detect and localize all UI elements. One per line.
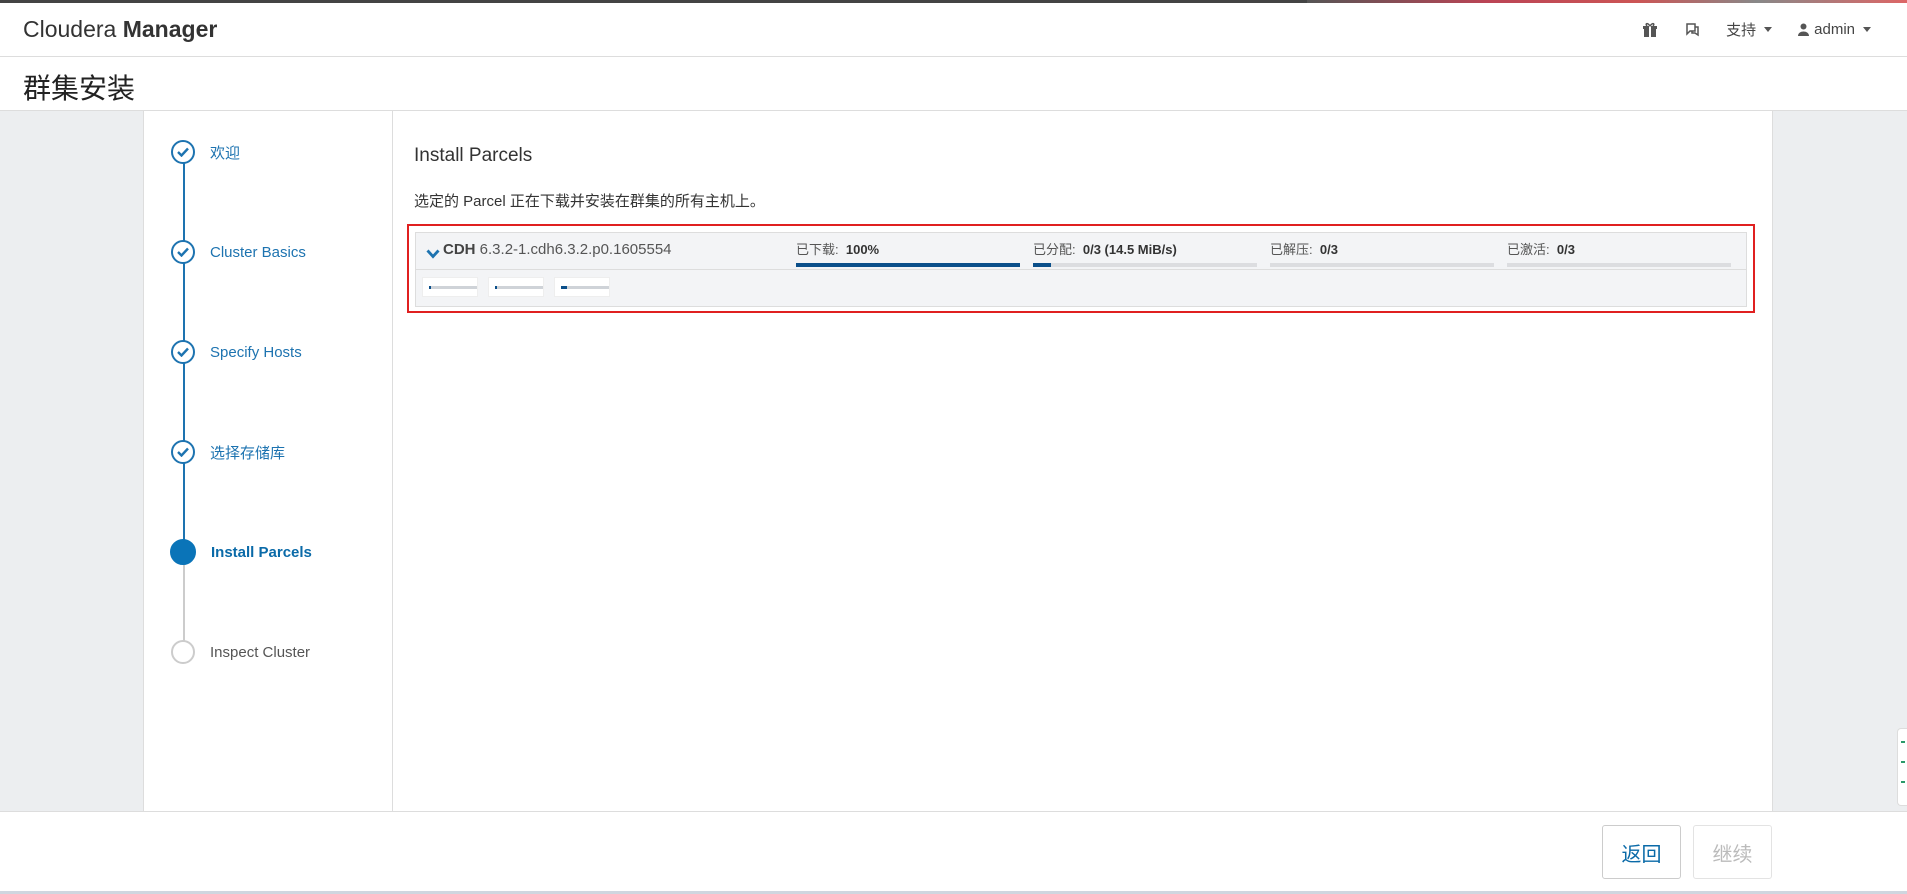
stat-label: 已激活: xyxy=(1507,242,1550,257)
section-title: Install Parcels xyxy=(414,145,533,166)
stat-unpacked: 已解压: 0/3 xyxy=(1270,239,1494,267)
parcel-version: 6.3.2-1.cdh6.3.2.p0.1605554 xyxy=(479,241,672,258)
step-label: Install Parcels xyxy=(211,543,312,561)
brand-bold: Manager xyxy=(122,16,218,42)
step-label: 欢迎 xyxy=(210,144,241,162)
progress-bar xyxy=(1507,263,1731,267)
stat-label: 已解压: xyxy=(1270,242,1313,257)
stat-value: 0/3 xyxy=(1319,242,1338,257)
notification-icon[interactable] xyxy=(1684,22,1700,38)
stat-activated: 已激活: 0/3 xyxy=(1507,239,1731,267)
step-cluster-basics[interactable]: Cluster Basics xyxy=(171,238,306,266)
chevron-down-icon[interactable] xyxy=(426,246,440,264)
user-icon xyxy=(1798,23,1810,36)
step-label: Specify Hosts xyxy=(210,343,302,361)
step-select-repository[interactable]: 选择存储库 xyxy=(171,438,285,466)
wizard-footer: 返回 继续 xyxy=(0,811,1907,892)
parcel-row: CDH 6.3.2-1.cdh6.3.2.p0.1605554 已下载: 100… xyxy=(416,233,1746,270)
back-button[interactable]: 返回 xyxy=(1602,825,1681,879)
progress-bar xyxy=(796,263,1020,267)
active-step-icon xyxy=(170,539,196,565)
host-progress-item[interactable] xyxy=(554,277,610,297)
parcel-name[interactable]: CDH 6.3.2-1.cdh6.3.2.p0.1605554 xyxy=(443,241,672,258)
stat-value: 100% xyxy=(845,242,880,257)
support-label: 支持 xyxy=(1726,22,1757,39)
step-welcome[interactable]: 欢迎 xyxy=(171,138,240,166)
chevron-down-icon xyxy=(1764,27,1773,32)
check-icon xyxy=(171,140,195,164)
progress-bar xyxy=(1033,263,1257,267)
step-inspect-cluster: Inspect Cluster xyxy=(171,638,310,666)
step-install-parcels: Install Parcels xyxy=(170,538,312,566)
brand-logo[interactable]: Cloudera Manager xyxy=(23,16,217,43)
check-icon xyxy=(171,340,195,364)
wizard-content: Install Parcels 选定的 Parcel 正在下载并安装在群集的所有… xyxy=(407,111,1772,811)
step-label: 选择存储库 xyxy=(210,444,286,462)
progress-bar xyxy=(1270,263,1494,267)
gift-icon[interactable] xyxy=(1642,22,1658,38)
highlight-box: CDH 6.3.2-1.cdh6.3.2.p0.1605554 已下载: 100… xyxy=(407,224,1755,313)
stat-distributed: 已分配: 0/3 (14.5 MiB/s) xyxy=(1033,239,1257,267)
wizard-panel: 欢迎 Cluster Basics Specify Hosts 选择存储库 In… xyxy=(143,111,1773,811)
page-title: 群集安装 xyxy=(23,73,136,104)
step-specify-hosts[interactable]: Specify Hosts xyxy=(171,338,302,366)
support-menu[interactable]: 支持 xyxy=(1726,19,1773,40)
stat-downloaded: 已下载: 100% xyxy=(796,239,1020,267)
app-header: Cloudera Manager 支持 admin xyxy=(0,3,1907,57)
continue-button[interactable]: 继续 xyxy=(1693,825,1772,879)
step-label: Cluster Basics xyxy=(210,243,306,261)
host-progress-item[interactable] xyxy=(422,277,478,297)
stat-value: 0/3 (14.5 MiB/s) xyxy=(1082,242,1177,257)
side-feedback-widget[interactable] xyxy=(1897,728,1907,806)
section-description: 选定的 Parcel 正在下载并安装在群集的所有主机上。 xyxy=(414,193,765,210)
brand-light: Cloudera xyxy=(23,16,117,42)
header-right-menu: 支持 admin xyxy=(1642,3,1871,56)
stat-label: 已下载: xyxy=(796,242,839,257)
parcel-card: CDH 6.3.2-1.cdh6.3.2.p0.1605554 已下载: 100… xyxy=(415,232,1747,307)
check-icon xyxy=(171,240,195,264)
user-label: admin xyxy=(1814,21,1855,38)
user-menu[interactable]: admin xyxy=(1798,21,1871,38)
chevron-down-icon xyxy=(1863,27,1871,32)
host-progress-list xyxy=(422,277,610,297)
check-icon xyxy=(171,440,195,464)
stat-label: 已分配: xyxy=(1033,242,1076,257)
page-title-bar: 群集安装 xyxy=(0,57,1907,111)
host-progress-item[interactable] xyxy=(488,277,544,297)
step-label: Inspect Cluster xyxy=(210,643,311,661)
wizard-steps: 欢迎 Cluster Basics Specify Hosts 选择存储库 In… xyxy=(144,111,393,811)
parcel-product: CDH xyxy=(443,241,476,258)
pending-step-icon xyxy=(171,640,195,664)
stat-value: 0/3 xyxy=(1556,242,1575,257)
